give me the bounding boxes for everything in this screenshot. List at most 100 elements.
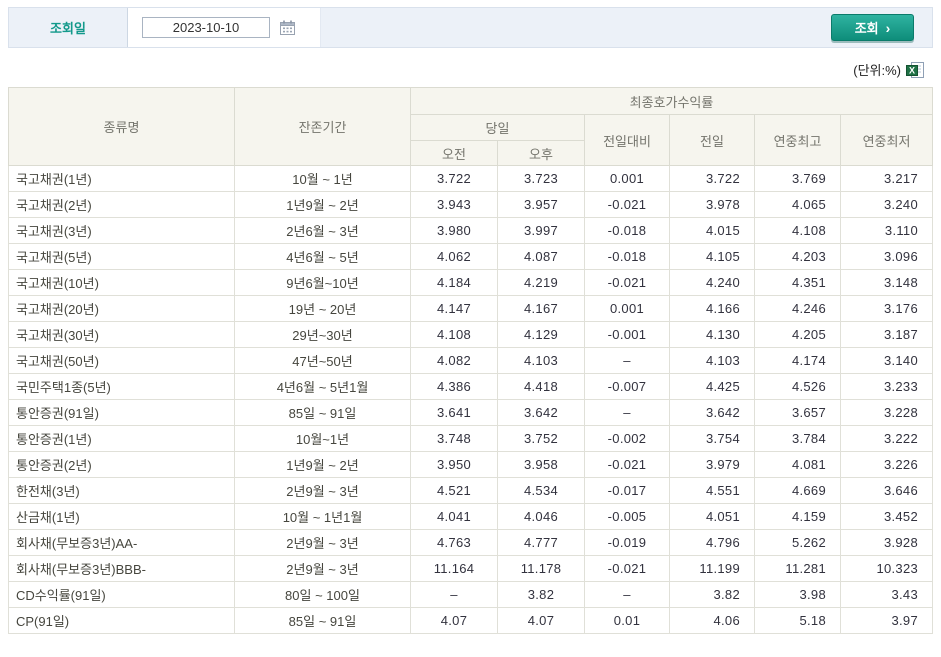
search-button[interactable]: 조회 › [831, 14, 914, 41]
cell-year-high: 4.174 [755, 348, 841, 374]
unit-row: (단위:%) X [0, 48, 941, 87]
cell-period: 85일 ~ 91일 [235, 400, 411, 426]
cell-period: 9년6월~10년 [235, 270, 411, 296]
search-button-label: 조회 [855, 18, 879, 37]
cell-prev: 3.722 [670, 166, 755, 192]
cell-change: 0.001 [585, 166, 670, 192]
cell-pm: 3.642 [498, 400, 585, 426]
cell-year-high: 3.769 [755, 166, 841, 192]
cell-am: 4.763 [411, 530, 498, 556]
excel-export-icon[interactable]: X [906, 61, 925, 79]
cell-prev: 4.105 [670, 244, 755, 270]
cell-change: -0.018 [585, 218, 670, 244]
date-input[interactable] [142, 17, 270, 38]
cell-year-low: 3.928 [841, 530, 933, 556]
cell-change: -0.001 [585, 322, 670, 348]
table-row: 국민주택1종(5년) 4년6월 ~ 5년1월 4.386 4.418 -0.00… [9, 374, 933, 400]
cell-change: -0.005 [585, 504, 670, 530]
cell-am: 3.722 [411, 166, 498, 192]
cell-change: -0.007 [585, 374, 670, 400]
cell-year-high: 4.205 [755, 322, 841, 348]
cell-pm: 3.752 [498, 426, 585, 452]
table-header: 종류명 잔존기간 최종호가수익률 당일 전일대비 전일 연중최고 연중최저 오전… [9, 88, 933, 166]
cell-bond-name: 국고채권(3년) [9, 218, 235, 244]
cell-am: 3.748 [411, 426, 498, 452]
col-header-type: 종류명 [9, 88, 235, 166]
cell-year-low: 3.176 [841, 296, 933, 322]
table-row: 통안증권(1년) 10월~1년 3.748 3.752 -0.002 3.754… [9, 426, 933, 452]
table-row: CP(91일) 85일 ~ 91일 4.07 4.07 0.01 4.06 5.… [9, 608, 933, 634]
cell-bond-name: CP(91일) [9, 608, 235, 634]
cell-period: 19년 ~ 20년 [235, 296, 411, 322]
svg-text:X: X [909, 65, 915, 75]
table-row: 통안증권(2년) 1년9월 ~ 2년 3.950 3.958 -0.021 3.… [9, 452, 933, 478]
cell-period: 10월 ~ 1년1월 [235, 504, 411, 530]
cell-year-high: 4.526 [755, 374, 841, 400]
cell-bond-name: 통안증권(91일) [9, 400, 235, 426]
cell-bond-name: 국고채권(50년) [9, 348, 235, 374]
cell-year-low: 3.096 [841, 244, 933, 270]
col-header-year-low: 연중최저 [841, 115, 933, 166]
col-header-year-high: 연중최고 [755, 115, 841, 166]
cell-year-low: 3.228 [841, 400, 933, 426]
cell-am: 4.184 [411, 270, 498, 296]
col-header-today: 당일 [411, 115, 585, 141]
cell-prev: 4.130 [670, 322, 755, 348]
cell-year-low: 3.110 [841, 218, 933, 244]
cell-period: 2년6월 ~ 3년 [235, 218, 411, 244]
cell-prev: 4.166 [670, 296, 755, 322]
cell-pm: 4.087 [498, 244, 585, 270]
cell-year-high: 4.159 [755, 504, 841, 530]
table-row: 회사채(무보증3년)AA- 2년9월 ~ 3년 4.763 4.777 -0.0… [9, 530, 933, 556]
cell-am: 4.041 [411, 504, 498, 530]
cell-period: 47년~50년 [235, 348, 411, 374]
col-header-period: 잔존기간 [235, 88, 411, 166]
cell-prev: 3.754 [670, 426, 755, 452]
calendar-icon[interactable] [279, 20, 296, 36]
table-row: 국고채권(1년) 10월 ~ 1년 3.722 3.723 0.001 3.72… [9, 166, 933, 192]
cell-year-high: 5.262 [755, 530, 841, 556]
cell-year-high: 4.246 [755, 296, 841, 322]
cell-pm: 4.167 [498, 296, 585, 322]
cell-bond-name: 통안증권(2년) [9, 452, 235, 478]
cell-year-high: 4.669 [755, 478, 841, 504]
cell-period: 2년9월 ~ 3년 [235, 478, 411, 504]
cell-year-high: 4.351 [755, 270, 841, 296]
table-row: CD수익률(91일) 80일 ~ 100일 – 3.82 – 3.82 3.98… [9, 582, 933, 608]
table-row: 국고채권(30년) 29년~30년 4.108 4.129 -0.001 4.1… [9, 322, 933, 348]
cell-am: – [411, 582, 498, 608]
cell-pm: 3.958 [498, 452, 585, 478]
cell-year-high: 11.281 [755, 556, 841, 582]
cell-bond-name: 국고채권(1년) [9, 166, 235, 192]
cell-prev: 3.979 [670, 452, 755, 478]
cell-pm: 4.534 [498, 478, 585, 504]
cell-am: 4.521 [411, 478, 498, 504]
cell-bond-name: 통안증권(1년) [9, 426, 235, 452]
col-header-change: 전일대비 [585, 115, 670, 166]
search-toolbar: 조회일 조회 › [8, 7, 933, 48]
cell-year-high: 4.065 [755, 192, 841, 218]
cell-bond-name: 회사채(무보증3년)AA- [9, 530, 235, 556]
table-row: 국고채권(3년) 2년6월 ~ 3년 3.980 3.997 -0.018 4.… [9, 218, 933, 244]
date-field-area [127, 8, 321, 47]
cell-pm: 4.219 [498, 270, 585, 296]
cell-prev: 4.551 [670, 478, 755, 504]
cell-year-low: 3.240 [841, 192, 933, 218]
col-header-pm: 오후 [498, 141, 585, 166]
cell-period: 2년9월 ~ 3년 [235, 556, 411, 582]
table-row: 회사채(무보증3년)BBB- 2년9월 ~ 3년 11.164 11.178 -… [9, 556, 933, 582]
cell-change: -0.021 [585, 270, 670, 296]
cell-change: 0.01 [585, 608, 670, 634]
cell-am: 3.641 [411, 400, 498, 426]
table-row: 국고채권(2년) 1년9월 ~ 2년 3.943 3.957 -0.021 3.… [9, 192, 933, 218]
cell-pm: 11.178 [498, 556, 585, 582]
table-row: 국고채권(20년) 19년 ~ 20년 4.147 4.167 0.001 4.… [9, 296, 933, 322]
cell-bond-name: 회사채(무보증3년)BBB- [9, 556, 235, 582]
cell-period: 10월~1년 [235, 426, 411, 452]
col-header-am: 오전 [411, 141, 498, 166]
cell-year-low: 3.233 [841, 374, 933, 400]
chevron-right-icon: › [886, 21, 891, 35]
cell-period: 4년6월 ~ 5년1월 [235, 374, 411, 400]
date-label: 조회일 [9, 18, 127, 37]
cell-bond-name: 국민주택1종(5년) [9, 374, 235, 400]
